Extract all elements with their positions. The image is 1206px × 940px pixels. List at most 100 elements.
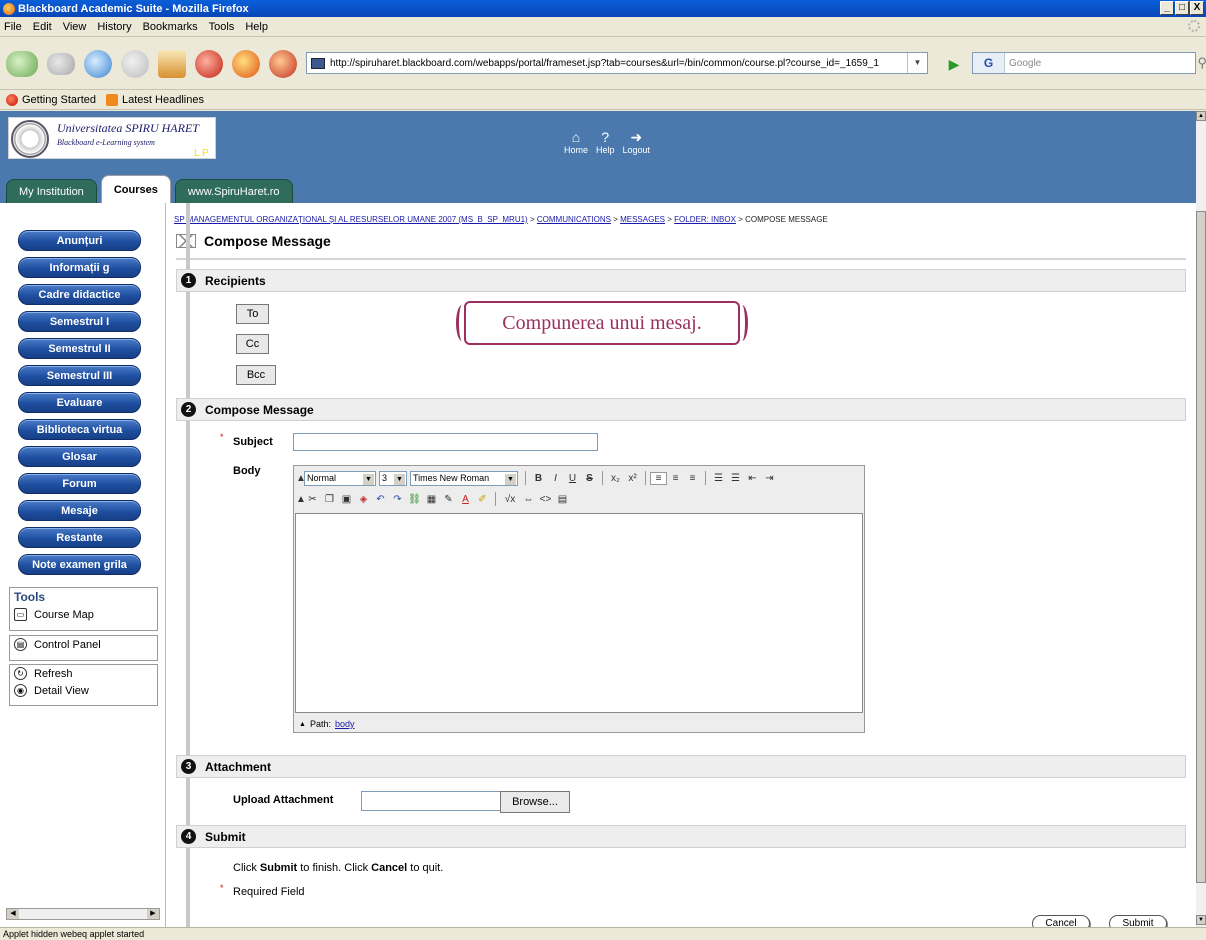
outdent-icon[interactable]: ⇤ [744, 473, 761, 484]
course-menu-item[interactable]: Forum [18, 473, 141, 494]
highlight-icon[interactable]: ✐ [474, 494, 491, 505]
scroll-up-icon[interactable]: ▲ [1196, 111, 1206, 121]
forward-icon[interactable] [47, 52, 75, 75]
resize-icon[interactable]: ⇔ [520, 494, 537, 505]
course-menu-item[interactable]: Mesaje [18, 500, 141, 521]
scroll-right-icon[interactable]: ▶ [147, 909, 159, 919]
bookmark-latest-headlines[interactable]: Latest Headlines [106, 93, 204, 106]
unordered-list-icon[interactable]: ☰ [727, 473, 744, 484]
paste-icon[interactable]: ▣ [338, 494, 355, 505]
indent-icon[interactable]: ⇥ [761, 473, 778, 484]
course-menu-item[interactable]: Glosar [18, 446, 141, 467]
collapse-icon[interactable]: ▲ [299, 721, 306, 728]
course-menu-item[interactable]: Evaluare [18, 392, 141, 413]
course-menu-item[interactable]: Informații g [18, 257, 141, 278]
menu-view[interactable]: View [63, 21, 87, 33]
cc-button[interactable]: Cc [236, 334, 269, 354]
menu-tools[interactable]: Tools [209, 21, 235, 33]
subscript-icon[interactable]: x₂ [607, 473, 624, 484]
url-input[interactable]: http://spiruharet.blackboard.com/webapps… [306, 52, 928, 74]
menu-bookmarks[interactable]: Bookmarks [143, 21, 198, 33]
link-icon[interactable]: ⛓ [406, 494, 423, 505]
detail-view-link[interactable]: ◉ Detail View [10, 682, 157, 699]
tab-courses[interactable]: Courses [100, 175, 171, 203]
browse-button[interactable]: Browse... [500, 791, 570, 813]
menu-history[interactable]: History [97, 21, 131, 33]
align-left-icon[interactable]: ≡ [650, 471, 667, 485]
maximize-button[interactable]: □ [1175, 1, 1189, 15]
extension-icon[interactable] [195, 49, 223, 78]
redo-icon[interactable]: ↷ [389, 494, 406, 505]
university-logo[interactable]: Universitatea SPIRU HARET Blackboard e-L… [8, 117, 216, 159]
body-editor-area[interactable] [295, 513, 863, 713]
refresh-link[interactable]: ↻ Refresh [10, 665, 157, 682]
strikethrough-icon[interactable]: S [581, 473, 598, 484]
course-menu-item[interactable]: Semestrul III [18, 365, 141, 386]
align-right-icon[interactable]: ≡ [684, 473, 701, 484]
back-icon[interactable] [6, 50, 38, 77]
extension-icon[interactable] [232, 49, 260, 78]
course-menu-item[interactable]: Anunțuri [18, 230, 141, 251]
pencil-icon[interactable]: ✎ [440, 494, 457, 505]
scrollbar-thumb[interactable] [1196, 211, 1206, 883]
logout-link[interactable]: ➜ Logout [623, 129, 651, 155]
scroll-down-icon[interactable]: ▼ [1196, 915, 1206, 925]
font-select[interactable]: Times New Roman [410, 470, 518, 486]
breadcrumb-link[interactable]: COMMUNICATIONS [537, 215, 611, 224]
cancel-button[interactable]: Cancel [1032, 915, 1090, 927]
spellcheck-icon[interactable]: ◈ [355, 494, 372, 505]
minimize-button[interactable]: _ [1160, 1, 1174, 15]
bookmark-getting-started[interactable]: Getting Started [6, 93, 96, 106]
copy-icon[interactable]: ❐ [321, 494, 338, 505]
to-button[interactable]: To [236, 304, 269, 324]
home-link[interactable]: ⌂ Home [564, 129, 588, 155]
search-icon[interactable]: ⚲ [1197, 55, 1206, 71]
control-panel-link[interactable]: ▤ Control Panel [10, 636, 157, 653]
menu-edit[interactable]: Edit [33, 21, 52, 33]
menu-help[interactable]: Help [245, 21, 268, 33]
extension-icon[interactable] [269, 49, 297, 78]
cut-icon[interactable]: ✂ [304, 494, 321, 505]
scroll-left-icon[interactable]: ◀ [7, 909, 19, 919]
go-icon[interactable]: ▶ [944, 55, 964, 73]
equation-icon[interactable]: √x [500, 494, 520, 505]
collapse-icon[interactable]: ▲ [296, 494, 306, 505]
html-source-icon[interactable]: <> [537, 494, 554, 505]
text-color-icon[interactable]: A [457, 494, 474, 505]
breadcrumb-link[interactable]: FOLDER: INBOX [674, 215, 736, 224]
home-icon[interactable] [158, 49, 186, 78]
course-map-link[interactable]: ▭ Course Map [10, 606, 157, 623]
url-dropdown-icon[interactable]: ▼ [907, 53, 927, 73]
upload-file-input[interactable] [361, 791, 501, 811]
breadcrumb-link[interactable]: SP MANAGEMENTUL ORGANIZAȚIONAL ȘI AL RES… [174, 215, 528, 224]
undo-icon[interactable]: ↶ [372, 494, 389, 505]
search-input[interactable]: G Google ⚲ [972, 52, 1206, 74]
course-menu-item[interactable]: Semestrul II [18, 338, 141, 359]
size-select[interactable]: 3 [379, 470, 407, 486]
stop-icon[interactable] [121, 49, 149, 78]
align-center-icon[interactable]: ≡ [667, 473, 684, 484]
bcc-button[interactable]: Bcc [236, 365, 276, 385]
table-icon[interactable]: ▦ [423, 494, 440, 505]
course-menu-item[interactable]: Semestrul I [18, 311, 141, 332]
tab-spiruharet[interactable]: www.SpiruHaret.ro [174, 179, 293, 203]
menu-file[interactable]: File [4, 21, 22, 33]
breadcrumb-link[interactable]: MESSAGES [620, 215, 665, 224]
underline-icon[interactable]: U [564, 473, 581, 484]
page-scrollbar[interactable]: ▲ ▼ [1196, 111, 1206, 927]
bold-icon[interactable]: B [530, 473, 547, 484]
reload-icon[interactable] [84, 49, 112, 78]
course-menu-item[interactable]: Restante [18, 527, 141, 548]
help-link[interactable]: ? Help [596, 129, 615, 155]
course-menu-item[interactable]: Biblioteca virtua [18, 419, 141, 440]
italic-icon[interactable]: I [547, 473, 564, 484]
path-link[interactable]: body [335, 719, 355, 729]
preview-icon[interactable]: ▤ [554, 494, 571, 505]
superscript-icon[interactable]: x² [624, 473, 641, 484]
collapse-icon[interactable]: ▲ [296, 473, 306, 484]
course-menu-item[interactable]: Cadre didactice [18, 284, 141, 305]
format-select[interactable]: Normal [304, 470, 376, 486]
menu-hscrollbar[interactable]: ◀ ▶ [6, 908, 160, 920]
close-button[interactable]: X [1190, 1, 1204, 15]
tab-my-institution[interactable]: My Institution [6, 179, 97, 203]
